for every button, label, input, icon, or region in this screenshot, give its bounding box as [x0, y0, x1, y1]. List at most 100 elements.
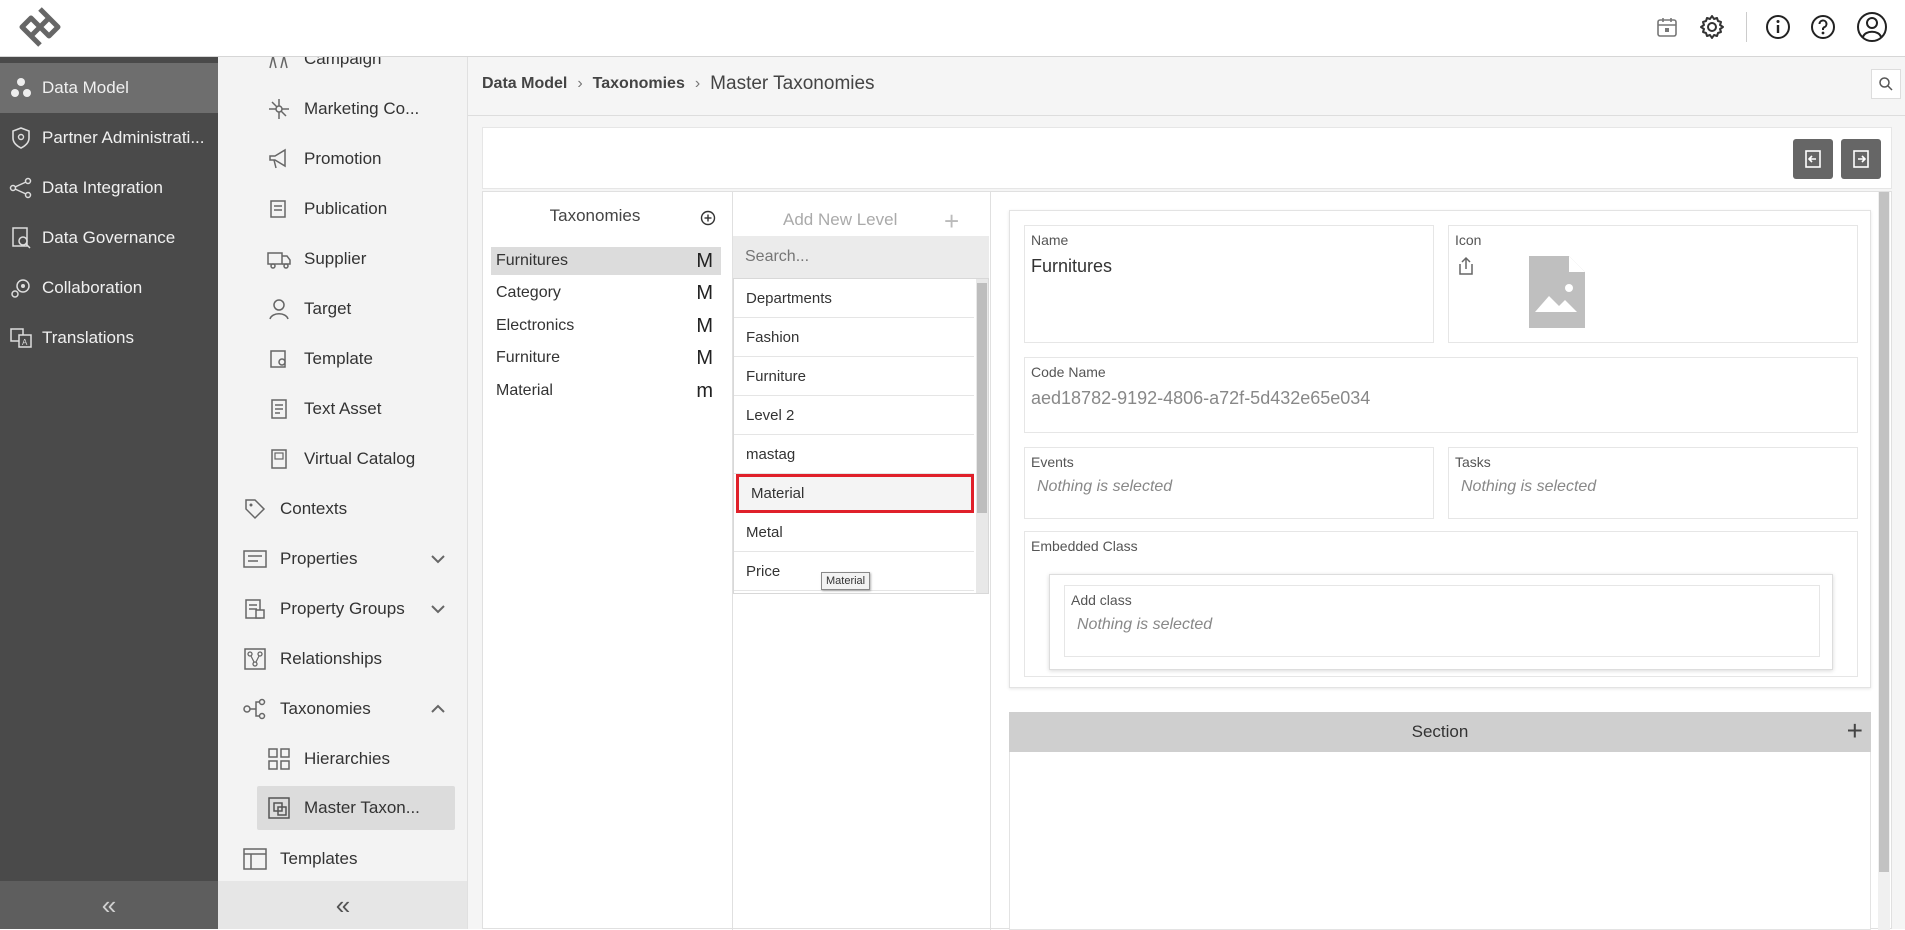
levels-panel: Add New Level + Departments Fashion Furn… — [733, 192, 991, 930]
events-value: Nothing is selected — [1037, 478, 1173, 495]
publication-icon — [264, 198, 294, 220]
toolbar-separator — [1746, 12, 1747, 42]
subnav-item-templates[interactable]: Templates — [240, 837, 357, 881]
taxonomy-item-electronics[interactable]: Electronics M — [491, 312, 721, 340]
code-name-label: Code Name — [1031, 364, 1106, 380]
level-option[interactable]: mastag — [734, 435, 974, 474]
import-icon — [1803, 149, 1823, 169]
export-button[interactable] — [1841, 139, 1881, 179]
level-option[interactable]: Fashion — [734, 318, 974, 357]
level-option[interactable]: Departments — [734, 279, 974, 318]
add-taxonomy-icon[interactable] — [700, 210, 716, 226]
nav-item-collaboration[interactable]: Collaboration — [0, 263, 218, 313]
events-field[interactable]: Events Nothing is selected — [1024, 447, 1434, 519]
subnav-item-campaign[interactable]: Campaign — [264, 57, 382, 81]
name-field[interactable]: Name Furnitures — [1024, 225, 1434, 343]
subnav-item-text-asset[interactable]: Text Asset — [264, 387, 381, 431]
icon-field[interactable]: Icon — [1448, 225, 1858, 343]
chevron-up-icon[interactable] — [430, 703, 446, 715]
tasks-field[interactable]: Tasks Nothing is selected — [1448, 447, 1858, 519]
nav-label: Translations — [42, 328, 134, 347]
governance-icon — [0, 226, 42, 250]
campaign-icon — [264, 57, 294, 70]
add-class-field[interactable]: Add class Nothing is selected — [1064, 585, 1820, 657]
taxonomy-item-material[interactable]: Material m — [491, 377, 721, 405]
subnav-label: Taxonomies — [280, 699, 371, 718]
subnav-item-template[interactable]: Template — [264, 337, 373, 381]
nav-item-data-integration[interactable]: Data Integration — [0, 163, 218, 213]
subnav-item-target[interactable]: Target — [264, 287, 351, 331]
level-list-scroll-thumb[interactable] — [977, 283, 987, 513]
subnav-label: Campaign — [304, 57, 382, 68]
templates-icon — [240, 847, 270, 871]
collapse-subnav-button[interactable]: « — [218, 881, 467, 929]
app-logo-icon[interactable] — [16, 6, 64, 48]
subnav-item-marketing-content[interactable]: Marketing Co... — [264, 87, 419, 131]
hierarchy-icon — [264, 747, 294, 771]
taxonomy-item-furnitures[interactable]: Furnitures M — [491, 247, 721, 275]
level-option[interactable]: Metal — [734, 513, 974, 552]
subnav-item-master-taxonomies[interactable]: Master Taxon... — [257, 786, 455, 830]
subnav-item-supplier[interactable]: Supplier — [264, 237, 366, 281]
subnav-item-hierarchies[interactable]: Hierarchies — [264, 737, 390, 781]
breadcrumb-data-model[interactable]: Data Model — [482, 75, 567, 93]
subnav-item-taxonomies[interactable]: Taxonomies — [240, 687, 460, 731]
subnav-item-properties[interactable]: Properties — [240, 537, 460, 581]
import-button[interactable] — [1793, 139, 1833, 179]
subnav-item-relationships[interactable]: Relationships — [240, 637, 382, 681]
subnav-label: Target — [304, 299, 352, 318]
taxonomy-detail: Name Furnitures Icon Code Name aed18782-… — [991, 192, 1891, 930]
add-level-button[interactable]: + — [944, 206, 959, 237]
subnav-item-publication[interactable]: Publication — [264, 187, 387, 231]
primary-nav: Data Model Partner Administrati... Data … — [0, 57, 218, 929]
upload-icon[interactable] — [1457, 256, 1475, 276]
master-badge: M — [696, 249, 713, 272]
subnav-item-contexts[interactable]: Contexts — [240, 487, 347, 531]
calendar-icon[interactable] — [1652, 12, 1682, 42]
nav-label: Data Model — [42, 78, 129, 97]
user-icon[interactable] — [1855, 10, 1889, 44]
level-dropdown-list: Departments Fashion Furniture Level 2 ma… — [733, 278, 989, 594]
image-placeholder-icon — [1527, 254, 1587, 330]
detail-card: Name Furnitures Icon Code Name aed18782-… — [1009, 210, 1871, 688]
gear-icon[interactable] — [1697, 12, 1727, 42]
taxonomy-item-category[interactable]: Category M — [491, 279, 721, 307]
add-class-label: Add class — [1071, 592, 1132, 608]
level-option[interactable]: Furniture — [734, 357, 974, 396]
name-value: Furnitures — [1031, 256, 1113, 276]
subnav-item-promotion[interactable]: Promotion — [264, 137, 381, 181]
info-icon[interactable] — [1763, 12, 1793, 42]
taxonomy-label: Electronics — [496, 317, 575, 334]
level-option-highlighted[interactable]: Material — [736, 474, 974, 513]
breadcrumb-taxonomies[interactable]: Taxonomies — [593, 75, 685, 93]
taxonomy-item-furniture[interactable]: Furniture M — [491, 344, 721, 372]
help-icon[interactable] — [1808, 12, 1838, 42]
subnav-item-virtual-catalog[interactable]: Virtual Catalog — [264, 437, 415, 481]
nav-item-data-governance[interactable]: Data Governance — [0, 213, 218, 263]
level-search-input[interactable] — [733, 236, 989, 278]
truck-icon — [264, 248, 294, 270]
code-name-field[interactable]: Code Name aed18782-9192-4806-a72f-5d432e… — [1024, 357, 1858, 433]
subnav-item-property-groups[interactable]: Property Groups — [240, 587, 460, 631]
main-content: Data Model › Taxonomies › Master Taxonom… — [468, 57, 1905, 930]
breadcrumb-separator: › — [694, 75, 701, 92]
nav-item-partner-administration[interactable]: Partner Administrati... — [0, 113, 218, 163]
taxonomies-panel: Taxonomies Furnitures M Category M Elect… — [483, 192, 733, 930]
add-section-button[interactable]: + — [1847, 712, 1863, 750]
person-icon — [264, 297, 294, 321]
search-button[interactable] — [1871, 69, 1901, 99]
subnav-label: Relationships — [280, 649, 383, 668]
collapse-nav-button[interactable]: « — [0, 881, 218, 929]
level-option[interactable]: Level 2 — [734, 396, 974, 435]
master-badge: M — [696, 281, 713, 304]
chevron-down-icon[interactable] — [430, 553, 446, 565]
catalog-icon — [264, 448, 294, 470]
subnav-label: Publication — [304, 199, 388, 218]
nav-item-data-model[interactable]: Data Model — [0, 63, 218, 113]
add-new-level-label: Add New Level — [783, 210, 898, 229]
section-header: Section + — [1009, 712, 1871, 752]
detail-scroll-thumb[interactable] — [1879, 192, 1889, 872]
chevron-down-icon[interactable] — [430, 603, 446, 615]
master-taxonomy-icon — [264, 796, 294, 820]
nav-item-translations[interactable]: A Translations — [0, 313, 218, 363]
